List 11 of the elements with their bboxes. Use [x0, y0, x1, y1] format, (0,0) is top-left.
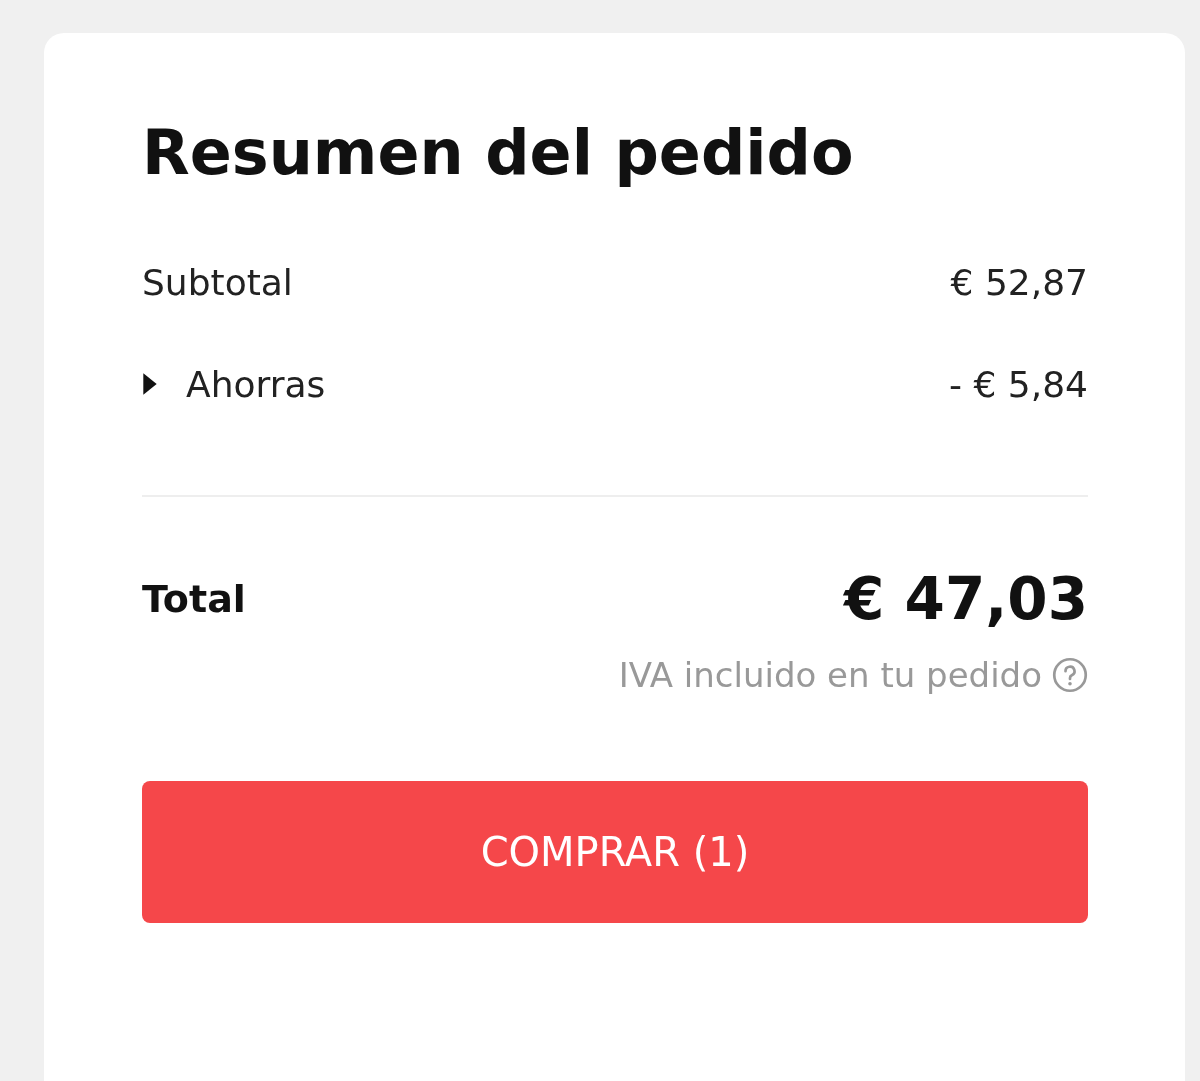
- summary-title: Resumen del pedido: [142, 115, 855, 191]
- row-label: Subtotal: [142, 261, 293, 303]
- row-value: - € 5,84: [949, 363, 1088, 405]
- help-icon[interactable]: [1052, 657, 1088, 693]
- tax-note: IVA incluido en tu pedido: [618, 655, 1042, 695]
- row-label: Ahorras: [186, 363, 326, 405]
- total-amount: € 47,03: [844, 565, 1088, 633]
- total-label: Total: [142, 577, 246, 621]
- buy-button[interactable]: COMPRAR (1): [142, 781, 1088, 923]
- row-value: € 52,87: [950, 261, 1088, 303]
- savings-toggle[interactable]: Ahorras: [142, 363, 326, 405]
